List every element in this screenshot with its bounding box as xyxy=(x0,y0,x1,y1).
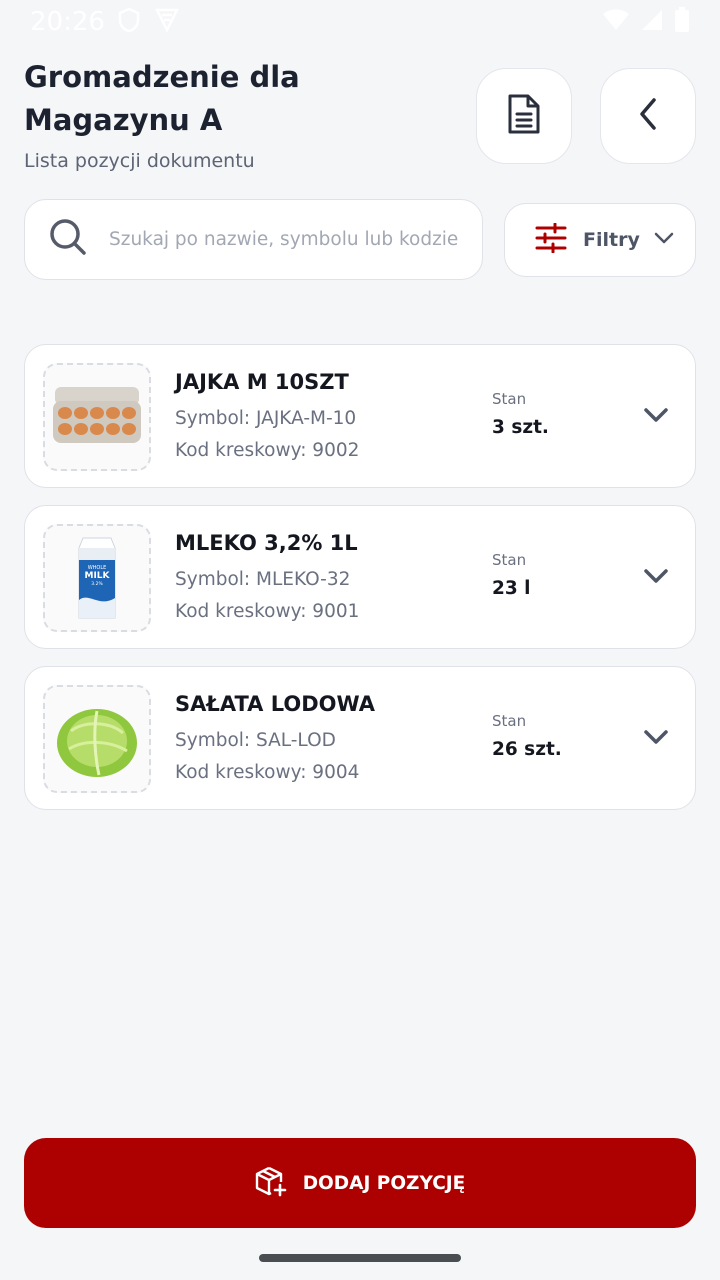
page-title: Gromadzenie dla Magazynu A xyxy=(24,56,444,142)
add-item-label: DODAJ POZYCJĘ xyxy=(302,1172,466,1194)
home-indicator[interactable] xyxy=(259,1254,461,1262)
wifi-icon xyxy=(602,8,630,37)
milk-brand-line-2: MILK xyxy=(84,571,110,581)
chevron-left-icon xyxy=(636,96,660,137)
search-icon xyxy=(49,218,87,261)
filter-button[interactable]: Filtry xyxy=(504,203,696,277)
back-button[interactable] xyxy=(600,68,696,164)
item-symbol: Symbol: SAL-LOD xyxy=(175,730,336,751)
item-barcode: Kod kreskowy: 9004 xyxy=(175,762,360,783)
signal-icon xyxy=(640,8,664,37)
document-button[interactable] xyxy=(476,68,572,164)
search-box[interactable] xyxy=(24,199,483,280)
list-item[interactable]: SAŁATA LODOWA Symbol: SAL-LOD Kod kresko… xyxy=(24,666,696,810)
document-icon xyxy=(504,92,544,141)
item-barcode: Kod kreskowy: 9001 xyxy=(175,601,360,622)
shield-icon xyxy=(117,7,141,38)
item-list: JAJKA M 10SZT Symbol: JAJKA-M-10 Kod kre… xyxy=(24,344,696,827)
product-image-milk: WHOLE MILK 3.2% xyxy=(43,524,151,632)
app-notification-icon xyxy=(153,7,181,38)
stock-value: 23 l xyxy=(492,578,531,599)
add-item-button[interactable]: DODAJ POZYCJĘ xyxy=(24,1138,696,1228)
expand-button[interactable] xyxy=(639,564,673,592)
stock-label: Stan xyxy=(492,390,527,408)
chevron-down-icon xyxy=(643,568,669,589)
item-name: MLEKO 3,2% 1L xyxy=(175,531,358,555)
filter-label: Filtry xyxy=(583,229,640,251)
chevron-down-icon xyxy=(654,231,674,249)
stock-value: 26 szt. xyxy=(492,739,562,760)
package-add-icon xyxy=(255,1165,287,1202)
page-title-line-1: Gromadzenie dla xyxy=(24,60,300,94)
stock-label: Stan xyxy=(492,712,527,730)
expand-button[interactable] xyxy=(639,725,673,753)
status-time: 20:26 xyxy=(30,7,105,37)
page-subtitle: Lista pozycji dokumentu xyxy=(24,150,255,172)
expand-button[interactable] xyxy=(639,403,673,431)
item-name: JAJKA M 10SZT xyxy=(175,370,349,394)
item-symbol: Symbol: MLEKO-32 xyxy=(175,569,351,590)
chevron-down-icon xyxy=(643,729,669,750)
status-bar: 20:26 xyxy=(0,0,720,44)
product-image-lettuce xyxy=(43,685,151,793)
search-input[interactable] xyxy=(109,229,469,250)
item-symbol: Symbol: JAJKA-M-10 xyxy=(175,408,357,429)
item-name: SAŁATA LODOWA xyxy=(175,692,375,716)
stock-label: Stan xyxy=(492,551,527,569)
chevron-down-icon xyxy=(643,407,669,428)
sliders-icon xyxy=(535,222,567,258)
item-barcode: Kod kreskowy: 9002 xyxy=(175,440,360,461)
battery-icon xyxy=(674,6,690,38)
list-item[interactable]: JAJKA M 10SZT Symbol: JAJKA-M-10 Kod kre… xyxy=(24,344,696,488)
product-image-eggs xyxy=(43,363,151,471)
stock-value: 3 szt. xyxy=(492,417,549,438)
list-item[interactable]: WHOLE MILK 3.2% MLEKO 3,2% 1L Symbol: ML… xyxy=(24,505,696,649)
page-title-line-2: Magazynu A xyxy=(24,103,223,137)
milk-fat-label: 3.2% xyxy=(91,581,103,587)
